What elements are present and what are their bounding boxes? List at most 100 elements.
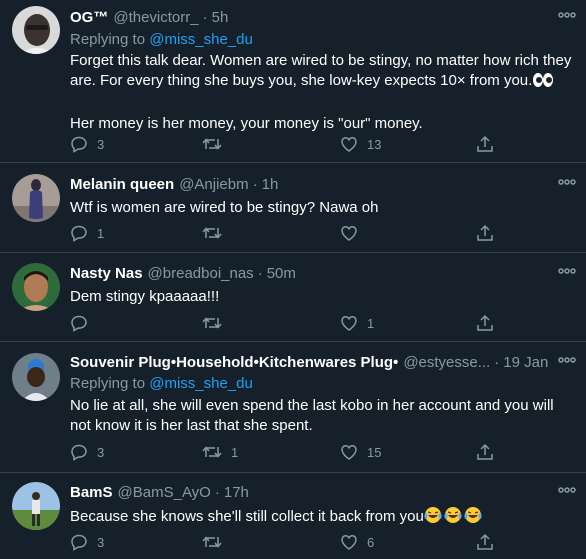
- tweet[interactable]: OG™ @thevictorr_ · 5h Replying to @miss_…: [0, 0, 586, 163]
- share-icon: [477, 135, 493, 152]
- reply-icon: [71, 315, 87, 332]
- share-icon: [477, 224, 493, 241]
- heart-icon: [341, 445, 357, 460]
- tweet-header: Melanin queen @Anjiebm · 1h: [70, 175, 574, 195]
- timestamp[interactable]: 19 Jan: [503, 353, 548, 373]
- more-options-icon[interactable]: [556, 175, 578, 189]
- display-name[interactable]: Nasty Nas: [70, 264, 143, 284]
- tweet-text: No lie at all, she will even spend the l…: [70, 397, 558, 434]
- eyes-emoji-icon: [532, 72, 554, 94]
- tweet-text: Dem stingy kpaaaaa!!!: [70, 288, 220, 305]
- share-button[interactable]: [476, 313, 494, 333]
- tweet-header: Souvenir Plug•Household•Kitchenwares Plu…: [70, 353, 574, 373]
- like-button[interactable]: 6: [340, 532, 374, 552]
- avatar[interactable]: [12, 353, 60, 401]
- display-name[interactable]: OG™: [70, 8, 108, 28]
- reply-count: 1: [97, 225, 105, 241]
- reply-icon: [71, 444, 87, 461]
- tweet-actions: 3 1 15: [70, 442, 510, 462]
- display-name[interactable]: Souvenir Plug•Household•Kitchenwares Plu…: [70, 353, 398, 373]
- user-handle[interactable]: @breadboi_nas: [148, 264, 254, 284]
- laughing-tears-emoji-icon: [424, 506, 484, 530]
- tweet-actions: 3 13: [70, 134, 510, 154]
- separator-dot: ·: [252, 176, 258, 193]
- tweet[interactable]: Melanin queen @Anjiebm · 1h Wtf is women…: [0, 163, 586, 253]
- replying-to: Replying to @miss_she_du: [70, 30, 574, 50]
- mention-link[interactable]: @miss_she_du: [149, 375, 253, 392]
- reply-feed: OG™ @thevictorr_ · 5h Replying to @miss_…: [0, 0, 586, 559]
- heart-icon: [341, 226, 357, 241]
- reply-button[interactable]: [70, 313, 97, 333]
- display-name[interactable]: BamS: [70, 483, 113, 503]
- more-options-icon[interactable]: [556, 353, 578, 367]
- avatar[interactable]: [12, 263, 60, 311]
- heart-icon: [341, 316, 357, 331]
- timestamp[interactable]: 17h: [224, 483, 249, 503]
- reply-icon: [71, 225, 87, 242]
- mention-link[interactable]: @miss_she_du: [149, 31, 253, 48]
- reply-button[interactable]: 3: [70, 532, 104, 552]
- reply-count: 3: [97, 534, 105, 550]
- like-button[interactable]: 15: [340, 442, 381, 462]
- replying-to-label: Replying to: [70, 375, 146, 392]
- retweet-count: 1: [231, 444, 239, 460]
- tweet-text: Forget this talk dear. Women are wired t…: [70, 51, 574, 94]
- like-count: 6: [367, 534, 375, 550]
- user-handle[interactable]: @BamS_AyO: [118, 483, 211, 503]
- avatar[interactable]: [12, 482, 60, 530]
- display-name[interactable]: Melanin queen: [70, 175, 174, 195]
- replying-to-label: Replying to: [70, 31, 146, 48]
- more-options-icon[interactable]: [556, 8, 578, 22]
- separator-dot: ·: [214, 484, 220, 501]
- tweet[interactable]: BamS @BamS_AyO · 17h Because she knows s…: [0, 473, 586, 559]
- timestamp[interactable]: 1h: [262, 175, 279, 195]
- retweet-button[interactable]: 1: [202, 442, 238, 462]
- like-count: 13: [367, 136, 382, 152]
- separator-dot: ·: [494, 354, 500, 371]
- avatar[interactable]: [12, 6, 60, 54]
- more-options-icon[interactable]: [556, 264, 578, 278]
- retweet-icon: [202, 317, 222, 329]
- tweet-actions: 1: [70, 313, 510, 333]
- reply-button[interactable]: 3: [70, 442, 104, 462]
- share-icon: [477, 443, 493, 460]
- timestamp[interactable]: 50m: [267, 264, 296, 284]
- separator-dot: ·: [202, 9, 208, 26]
- separator-dot: ·: [257, 265, 263, 282]
- retweet-button[interactable]: [202, 223, 231, 243]
- tweet[interactable]: Souvenir Plug•Household•Kitchenwares Plu…: [0, 342, 586, 473]
- reply-button[interactable]: 3: [70, 134, 104, 154]
- share-icon: [477, 314, 493, 331]
- timestamp[interactable]: 5h: [212, 8, 229, 28]
- reply-count: 3: [97, 136, 105, 152]
- tweet-text-paragraph: Forget this talk dear. Women are wired t…: [70, 52, 576, 89]
- tweet[interactable]: Nasty Nas @breadboi_nas · 50m Dem stingy…: [0, 253, 586, 342]
- tweet-text: Wtf is women are wired to be stingy? Naw…: [70, 199, 379, 216]
- like-button[interactable]: 13: [340, 134, 381, 154]
- like-count: 1: [367, 315, 375, 331]
- share-button[interactable]: [476, 134, 494, 154]
- tweet-header: BamS @BamS_AyO · 17h: [70, 483, 574, 503]
- like-button[interactable]: 1: [340, 313, 374, 333]
- user-handle[interactable]: @thevictorr_: [113, 8, 198, 28]
- tweet-text-paragraph: Because she knows she'll still collect i…: [70, 508, 424, 525]
- share-button[interactable]: [476, 223, 494, 243]
- tweet-actions: 3 6: [70, 532, 510, 552]
- share-button[interactable]: [476, 532, 494, 552]
- reply-button[interactable]: 1: [70, 223, 104, 243]
- user-handle[interactable]: @Anjiebm: [179, 175, 248, 195]
- retweet-icon: [202, 227, 222, 239]
- retweet-button[interactable]: [202, 532, 231, 552]
- share-button[interactable]: [476, 442, 494, 462]
- heart-icon: [341, 137, 357, 152]
- reply-count: 3: [97, 444, 105, 460]
- more-options-icon[interactable]: [556, 483, 578, 497]
- retweet-button[interactable]: [202, 134, 231, 154]
- retweet-button[interactable]: [202, 313, 231, 333]
- avatar[interactable]: [12, 174, 60, 222]
- user-handle[interactable]: @estyesse...: [403, 353, 490, 373]
- replying-to: Replying to @miss_she_du: [70, 374, 574, 394]
- like-button[interactable]: [340, 223, 367, 243]
- like-count: 15: [367, 444, 382, 460]
- heart-icon: [341, 535, 357, 550]
